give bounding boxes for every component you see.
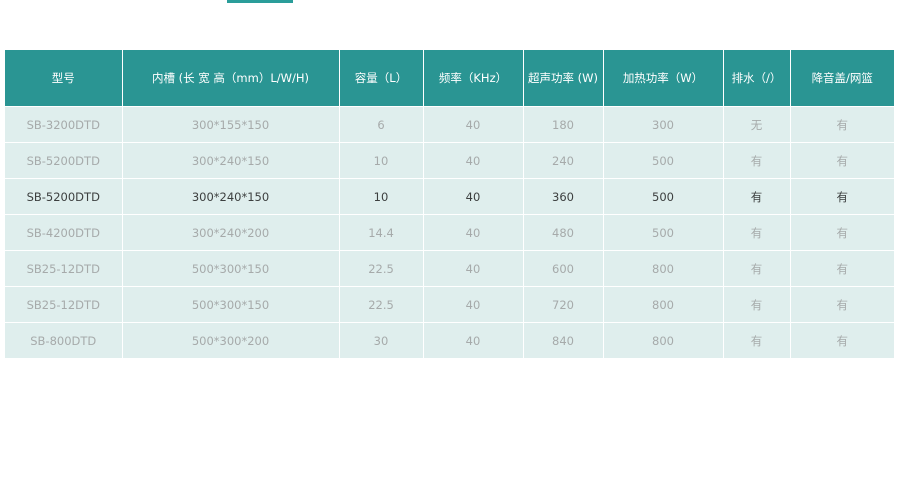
header-heating-power: 加热功率（W）: [603, 50, 724, 107]
cell-model: SB-800DTD: [5, 322, 123, 358]
cell-frequency: 40: [423, 214, 524, 251]
cell-capacity: 6: [339, 106, 424, 143]
cell-drain: 无: [723, 106, 791, 143]
cell-inner-tank: 500*300*200: [122, 322, 340, 358]
header-frequency: 频率（KHz）: [423, 50, 524, 107]
cell-inner-tank: 300*240*150: [122, 178, 340, 215]
cell-capacity: 14.4: [339, 214, 424, 251]
cell-frequency: 40: [423, 106, 524, 143]
cell-heating-power: 300: [603, 106, 724, 143]
cell-frequency: 40: [423, 142, 524, 179]
cell-ultrasonic-power: 240: [523, 142, 604, 179]
cell-heating-power: 500: [603, 142, 724, 179]
cell-inner-tank: 500*300*150: [122, 250, 340, 287]
cell-drain: 有: [723, 142, 791, 179]
table-row: SB25-12DTD 500*300*150 22.5 40 720 800 有…: [5, 286, 894, 323]
cell-ultrasonic-power: 600: [523, 250, 604, 287]
cell-heating-power: 800: [603, 286, 724, 323]
table-row-highlighted: SB-5200DTD 300*240*150 10 40 360 500 有 有: [5, 178, 894, 215]
spec-table: 型号 内槽 (长 宽 高（mm）L/W/H) 容量（L） 频率（KHz） 超声功…: [5, 50, 894, 358]
cell-drain: 有: [723, 214, 791, 251]
cell-heating-power: 500: [603, 214, 724, 251]
cell-inner-tank: 300*155*150: [122, 106, 340, 143]
cell-frequency: 40: [423, 286, 524, 323]
cell-capacity: 22.5: [339, 286, 424, 323]
cell-ultrasonic-power: 480: [523, 214, 604, 251]
cell-frequency: 40: [423, 178, 524, 215]
cell-inner-tank: 300*240*150: [122, 142, 340, 179]
cell-lid-basket: 有: [790, 250, 894, 287]
cell-model: SB25-12DTD: [5, 250, 123, 287]
cell-model: SB-5200DTD: [5, 178, 123, 215]
header-lid-basket: 降音盖/网篮: [790, 50, 894, 107]
cell-heating-power: 800: [603, 322, 724, 358]
top-accent-bar: [227, 0, 293, 3]
cell-inner-tank: 500*300*150: [122, 286, 340, 323]
cell-lid-basket: 有: [790, 286, 894, 323]
table-header-row: 型号 内槽 (长 宽 高（mm）L/W/H) 容量（L） 频率（KHz） 超声功…: [5, 50, 894, 107]
cell-drain: 有: [723, 286, 791, 323]
table-row: SB-4200DTD 300*240*200 14.4 40 480 500 有…: [5, 214, 894, 251]
cell-drain: 有: [723, 178, 791, 215]
table-row: SB-3200DTD 300*155*150 6 40 180 300 无 有: [5, 106, 894, 143]
header-capacity: 容量（L）: [339, 50, 424, 107]
cell-capacity: 22.5: [339, 250, 424, 287]
header-model: 型号: [5, 50, 123, 107]
cell-model: SB25-12DTD: [5, 286, 123, 323]
cell-ultrasonic-power: 720: [523, 286, 604, 323]
cell-inner-tank: 300*240*200: [122, 214, 340, 251]
cell-frequency: 40: [423, 250, 524, 287]
cell-ultrasonic-power: 840: [523, 322, 604, 358]
cell-frequency: 40: [423, 322, 524, 358]
cell-heating-power: 800: [603, 250, 724, 287]
header-ultrasonic-power: 超声功率 (W): [523, 50, 604, 107]
cell-heating-power: 500: [603, 178, 724, 215]
header-inner-tank: 内槽 (长 宽 高（mm）L/W/H): [122, 50, 340, 107]
cell-lid-basket: 有: [790, 178, 894, 215]
cell-ultrasonic-power: 180: [523, 106, 604, 143]
cell-model: SB-4200DTD: [5, 214, 123, 251]
cell-model: SB-5200DTD: [5, 142, 123, 179]
table-row: SB25-12DTD 500*300*150 22.5 40 600 800 有…: [5, 250, 894, 287]
cell-capacity: 10: [339, 178, 424, 215]
cell-lid-basket: 有: [790, 214, 894, 251]
table-row: SB-800DTD 500*300*200 30 40 840 800 有 有: [5, 322, 894, 358]
cell-drain: 有: [723, 250, 791, 287]
header-drain: 排水（/）: [723, 50, 791, 107]
cell-lid-basket: 有: [790, 142, 894, 179]
cell-drain: 有: [723, 322, 791, 358]
cell-capacity: 10: [339, 142, 424, 179]
cell-ultrasonic-power: 360: [523, 178, 604, 215]
cell-model: SB-3200DTD: [5, 106, 123, 143]
cell-lid-basket: 有: [790, 322, 894, 358]
cell-lid-basket: 有: [790, 106, 894, 143]
cell-capacity: 30: [339, 322, 424, 358]
table-row: SB-5200DTD 300*240*150 10 40 240 500 有 有: [5, 142, 894, 179]
